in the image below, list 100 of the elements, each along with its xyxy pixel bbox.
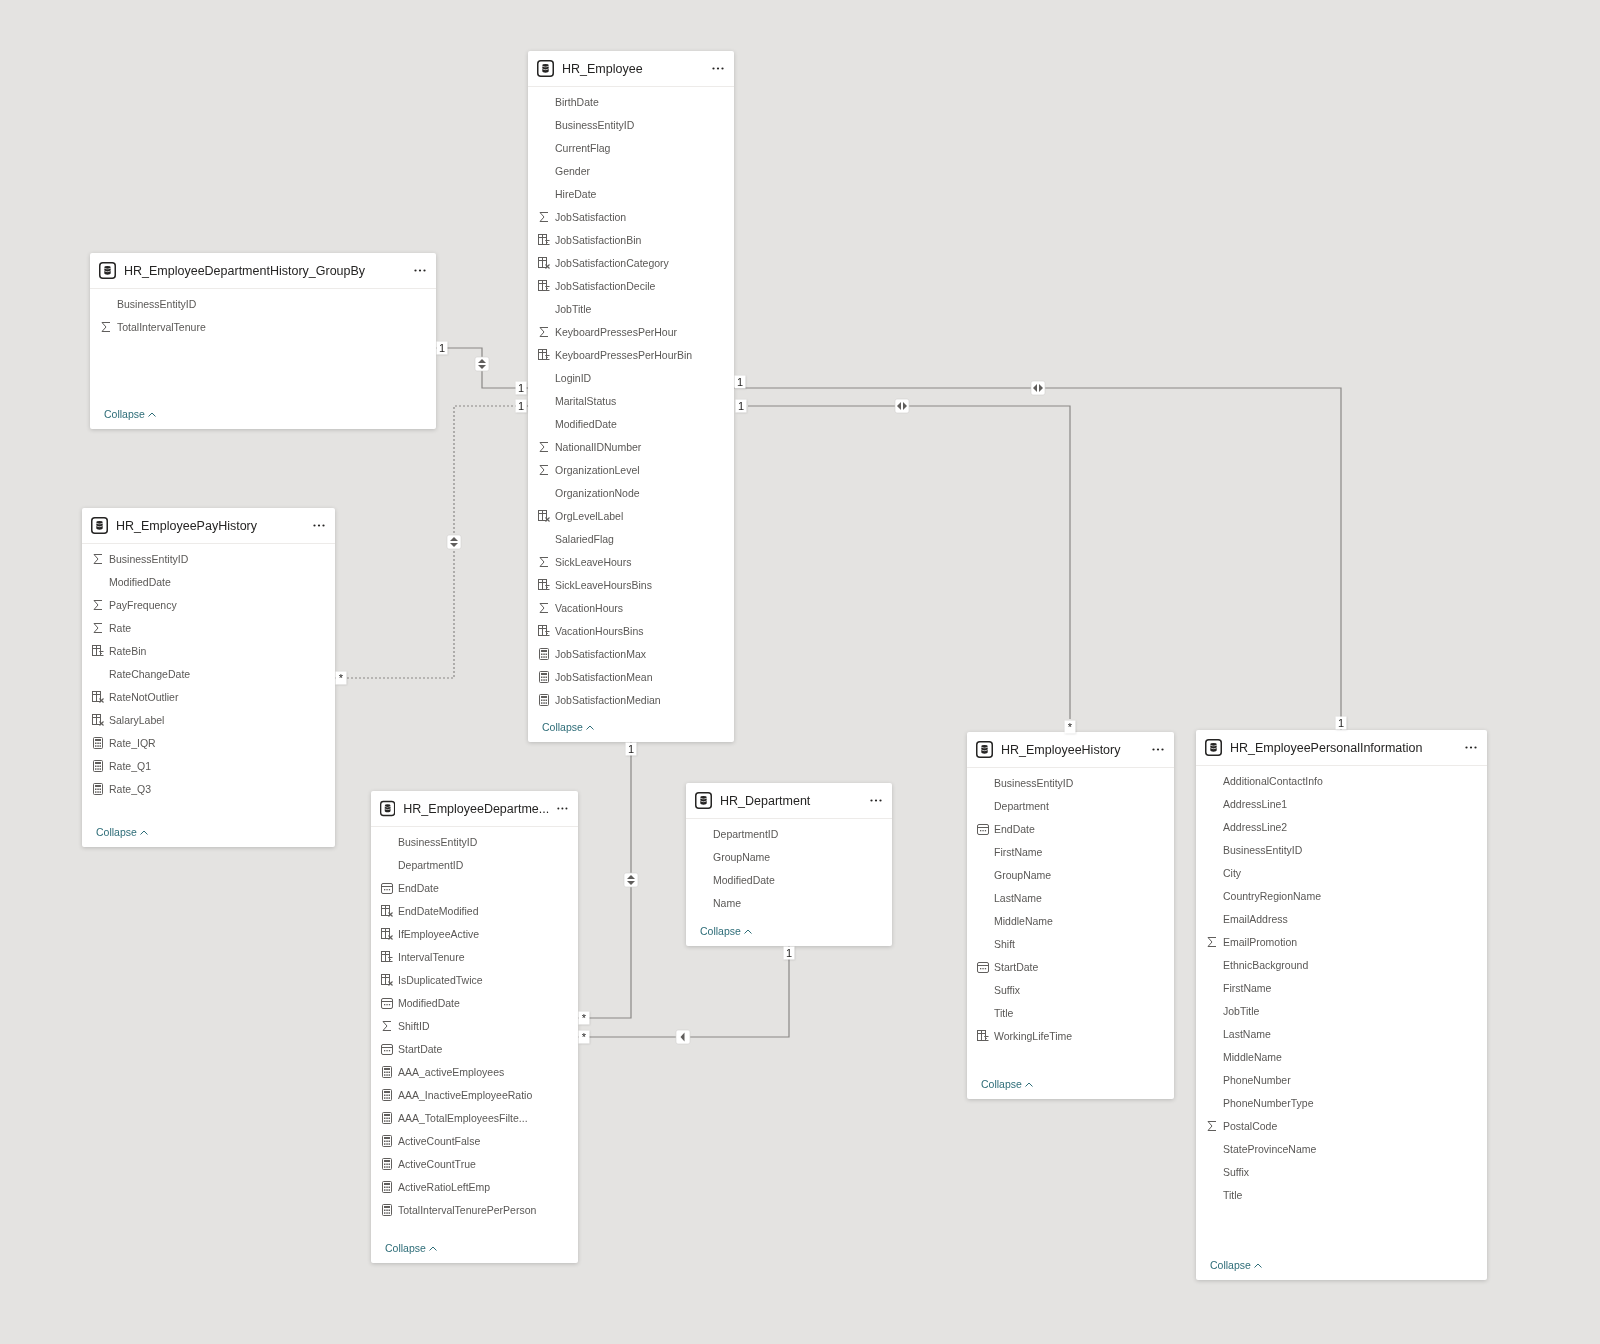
field-name[interactable]: MiddleName bbox=[994, 914, 1053, 927]
field-name[interactable]: JobSatisfaction bbox=[555, 210, 627, 223]
field-name[interactable]: RateNotOutlier bbox=[109, 690, 179, 703]
field-name[interactable]: ActiveCountFalse bbox=[398, 1134, 481, 1147]
collapse-button[interactable]: Collapse bbox=[542, 721, 594, 733]
collapse-button[interactable]: Collapse bbox=[1210, 1259, 1262, 1271]
field-name[interactable]: EmailAddress bbox=[1223, 912, 1288, 925]
field-name[interactable]: MiddleName bbox=[1223, 1050, 1282, 1063]
field-name[interactable]: AAA_TotalEmployeesFilte... bbox=[398, 1111, 528, 1124]
field-name[interactable]: IsDuplicatedTwice bbox=[398, 973, 483, 986]
more-options-icon[interactable] bbox=[313, 524, 325, 527]
field-name[interactable]: BusinessEntityID bbox=[994, 776, 1074, 789]
field-name[interactable]: JobSatisfactionMax bbox=[555, 647, 647, 660]
field-name[interactable]: CurrentFlag bbox=[555, 141, 611, 154]
field-name[interactable]: JobSatisfactionBin bbox=[555, 233, 642, 246]
collapse-button[interactable]: Collapse bbox=[104, 408, 156, 420]
field-name[interactable]: AAA_InactiveEmployeeRatio bbox=[398, 1088, 533, 1101]
field-name[interactable]: LastName bbox=[1223, 1027, 1271, 1040]
field-name[interactable]: Rate_Q1 bbox=[109, 759, 152, 772]
field-name[interactable]: BusinessEntityID bbox=[555, 118, 635, 131]
field-name[interactable]: JobTitle bbox=[555, 302, 592, 315]
field-name[interactable]: TotalIntervalTenure bbox=[117, 320, 206, 333]
table-card[interactable] bbox=[371, 791, 578, 1263]
collapse-button[interactable]: Collapse bbox=[981, 1078, 1033, 1090]
field-name[interactable]: KeyboardPressesPerHour bbox=[555, 325, 677, 338]
collapse-button[interactable]: Collapse bbox=[385, 1242, 437, 1254]
more-options-icon[interactable] bbox=[557, 807, 568, 810]
field-name[interactable]: SickLeaveHoursBins bbox=[555, 578, 652, 591]
field-name[interactable]: Name bbox=[713, 896, 741, 909]
field-name[interactable]: ActiveCountTrue bbox=[398, 1157, 476, 1170]
collapse-button[interactable]: Collapse bbox=[96, 826, 148, 838]
field-name[interactable]: AddressLine1 bbox=[1223, 797, 1288, 810]
field-name[interactable]: RateChangeDate bbox=[109, 667, 191, 680]
field-name[interactable]: Suffix bbox=[1223, 1165, 1250, 1178]
table-card[interactable] bbox=[528, 51, 734, 742]
field-name[interactable]: NationalIDNumber bbox=[555, 440, 642, 453]
field-name[interactable]: BusinessEntityID bbox=[117, 297, 197, 310]
field-name[interactable]: Suffix bbox=[994, 983, 1021, 996]
field-name[interactable]: TotalIntervalTenurePerPerson bbox=[398, 1203, 537, 1216]
field-name[interactable]: VacationHours bbox=[555, 601, 624, 614]
field-name[interactable]: Rate bbox=[109, 621, 132, 634]
field-name[interactable]: GroupName bbox=[713, 850, 771, 863]
more-options-icon[interactable] bbox=[1152, 748, 1164, 751]
field-name[interactable]: PayFrequency bbox=[109, 598, 177, 611]
field-name[interactable]: FirstName bbox=[994, 845, 1043, 858]
more-options-icon[interactable] bbox=[414, 269, 426, 272]
field-name[interactable]: FirstName bbox=[1223, 981, 1272, 994]
field-name[interactable]: WorkingLifeTime bbox=[994, 1029, 1073, 1042]
field-name[interactable]: PhoneNumberType bbox=[1223, 1096, 1314, 1109]
field-name[interactable]: City bbox=[1223, 866, 1242, 879]
field-name[interactable]: Gender bbox=[555, 164, 591, 177]
field-name[interactable]: ModifiedDate bbox=[398, 996, 460, 1009]
field-name[interactable]: BusinessEntityID bbox=[1223, 843, 1303, 856]
field-name[interactable]: IntervalTenure bbox=[398, 950, 465, 963]
field-name[interactable]: DepartmentID bbox=[713, 827, 779, 840]
field-name[interactable]: AddressLine2 bbox=[1223, 820, 1288, 833]
field-name[interactable]: EthnicBackground bbox=[1223, 958, 1309, 971]
field-name[interactable]: JobSatisfactionMedian bbox=[555, 693, 661, 706]
table-card[interactable]: HR_EmployeeHistory BusinessEntityID Department EndDate FirstName GroupName LastName MiddleName Shift StartDate Suffix Title WorkingLifeTime Collapse bbox=[967, 732, 1174, 1099]
field-name[interactable]: SalaryLabel bbox=[109, 713, 165, 726]
field-name[interactable]: PostalCode bbox=[1223, 1119, 1278, 1132]
field-name[interactable]: JobSatisfactionMean bbox=[555, 670, 653, 683]
field-name[interactable]: EndDate bbox=[994, 822, 1035, 835]
field-name[interactable]: CountryRegionName bbox=[1223, 889, 1322, 902]
field-name[interactable]: JobSatisfactionDecile bbox=[555, 279, 656, 292]
table-card[interactable]: HR_EmployeeDepartmentHistory_GroupBy BusinessEntityID TotalIntervalTenure Collapse bbox=[90, 253, 436, 429]
field-name[interactable]: Department bbox=[994, 799, 1049, 812]
field-name[interactable]: Title bbox=[994, 1006, 1014, 1019]
field-name[interactable]: BirthDate bbox=[555, 95, 599, 108]
field-name[interactable]: BusinessEntityID bbox=[398, 835, 478, 848]
field-name[interactable]: AAA_activeEmployees bbox=[398, 1065, 505, 1078]
field-name[interactable]: PhoneNumber bbox=[1223, 1073, 1291, 1086]
field-name[interactable]: DepartmentID bbox=[398, 858, 464, 871]
field-name[interactable]: IfEmployeeActive bbox=[398, 927, 480, 940]
table-card[interactable]: HR_EmployeePayHistory BusinessEntityID ModifiedDate PayFrequency Rate RateBin RateChangeDate RateNotOutlier SalaryLabel Rate_IQR Rate_Q1 Rate_Q3 Collapse bbox=[82, 508, 335, 847]
field-name[interactable]: StartDate bbox=[398, 1042, 443, 1055]
field-name[interactable]: HireDate bbox=[555, 187, 597, 200]
field-name[interactable]: LastName bbox=[994, 891, 1042, 904]
field-name[interactable]: Title bbox=[1223, 1188, 1243, 1201]
field-name[interactable]: Rate_Q3 bbox=[109, 782, 152, 795]
table-card[interactable]: HR_Department DepartmentID GroupName ModifiedDate Name Collapse bbox=[686, 783, 892, 946]
more-options-icon[interactable] bbox=[712, 67, 724, 70]
field-name[interactable]: EmailPromotion bbox=[1223, 935, 1298, 948]
field-name[interactable]: RateBin bbox=[109, 644, 147, 657]
field-name[interactable]: AdditionalContactInfo bbox=[1223, 774, 1323, 787]
field-name[interactable]: ModifiedDate bbox=[713, 873, 775, 886]
field-name[interactable]: ModifiedDate bbox=[555, 417, 617, 430]
field-name[interactable]: EndDateModified bbox=[398, 904, 479, 917]
more-options-icon[interactable] bbox=[1465, 746, 1477, 749]
field-name[interactable]: ModifiedDate bbox=[109, 575, 171, 588]
field-name[interactable]: StartDate bbox=[994, 960, 1039, 973]
field-name[interactable]: BusinessEntityID bbox=[109, 552, 189, 565]
field-name[interactable]: Rate_IQR bbox=[109, 736, 156, 749]
collapse-button[interactable]: Collapse bbox=[700, 925, 752, 937]
field-name[interactable]: VacationHoursBins bbox=[555, 624, 644, 637]
field-name[interactable]: OrgLevelLabel bbox=[555, 509, 624, 522]
field-name[interactable]: LoginID bbox=[555, 371, 592, 384]
field-name[interactable]: StateProvinceName bbox=[1223, 1142, 1317, 1155]
field-name[interactable]: Shift bbox=[994, 937, 1015, 950]
field-name[interactable]: MaritalStatus bbox=[555, 394, 617, 407]
